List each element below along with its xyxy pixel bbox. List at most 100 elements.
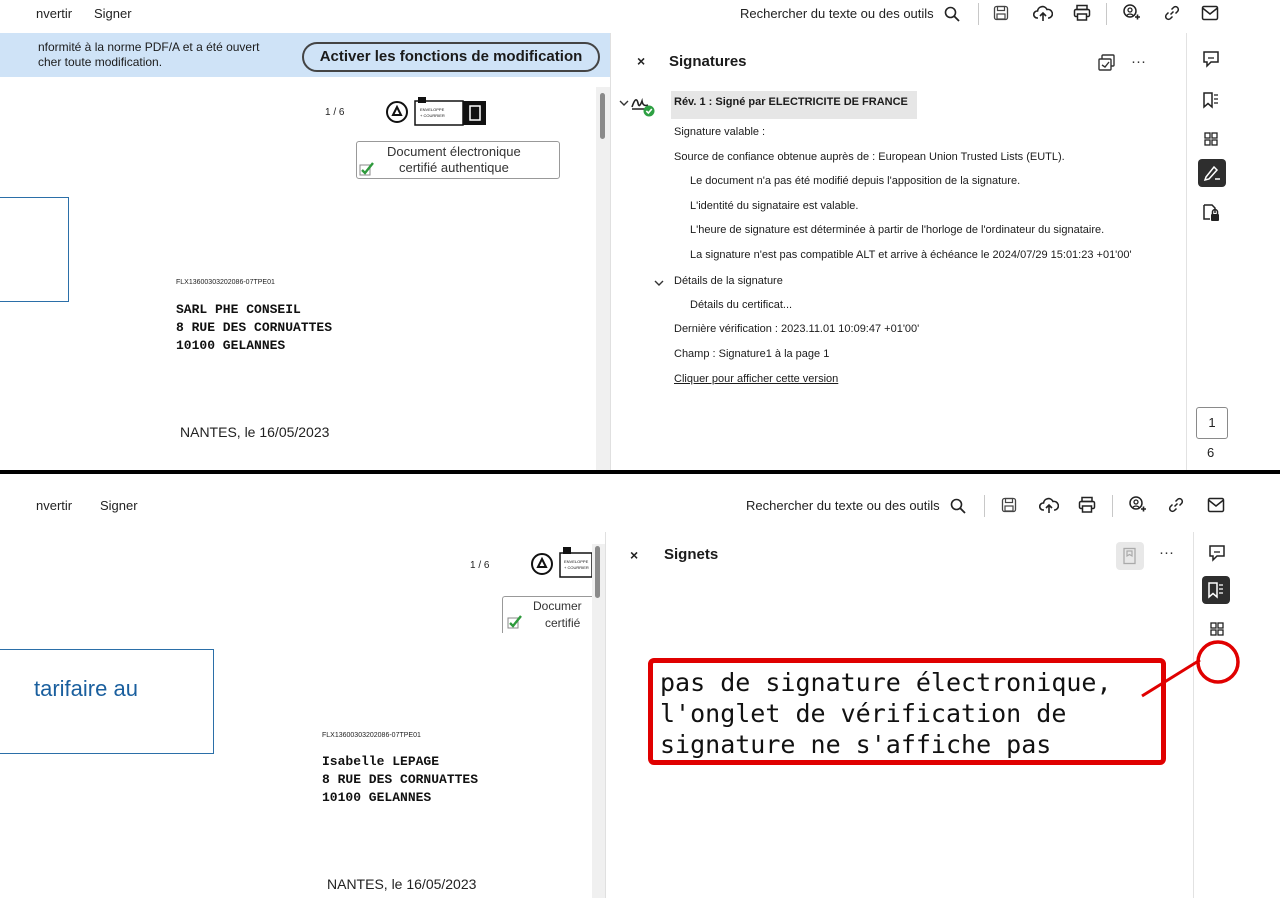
page-indicator: 1 / 6 [325,107,345,118]
revision-label: Rév. 1 : Signé par ELECTRICITE DE FRANCE [674,96,908,108]
mail-icon[interactable] [1207,497,1225,513]
scrollbar-thumb[interactable] [595,546,600,598]
save-icon[interactable] [1001,497,1017,513]
comment-icon[interactable] [1202,50,1220,68]
menu-sign[interactable]: Signer [100,498,138,513]
address-line: 10100 GELANNES [176,338,286,353]
stamp-line1: Documer [533,599,582,613]
close-panel-button[interactable]: × [637,53,645,69]
chevron-down-icon[interactable] [654,279,664,287]
city-date: NANTES, le 16/05/2023 [180,424,330,440]
bottom-toolbar: nvertir Signer Rechercher du texte ou de… [0,474,1280,532]
share-user-icon[interactable] [1122,4,1140,22]
cloud-upload-icon[interactable] [1033,4,1053,22]
signatures-panel-title: Signatures [669,53,747,70]
reference-code: FLX13600303202086-07TPE01 [176,279,275,286]
envelope-courrier-logo-icon: ENVELOPPE+ COURRIER [414,97,486,126]
menu-convert[interactable]: nvertir [36,6,72,21]
checkmark-icon [359,162,374,176]
address-line: 10100 GELANNES [322,790,432,805]
document-scrollbar[interactable] [596,87,610,470]
recipient-address: SARL PHE CONSEIL 8 RUE DES CORNUATTES 10… [176,301,332,355]
address-window-box [0,197,69,302]
signatures-panel: × Signatures ··· Rév. 1 : Signé par ELEC… [610,33,1187,470]
annotation-callout-box: pas de signature électronique, l'onglet … [648,658,1166,765]
document-view[interactable]: nformité à la norme PDF/A et a été ouver… [0,33,610,470]
save-icon[interactable] [993,5,1009,21]
stamp-line2: certifié [545,616,581,630]
svg-text:+ COURRIER: + COURRIER [420,113,445,118]
signature-details-toggle[interactable]: Détails de la signature [674,275,783,287]
alt-expiry-text: La signature n'est pas compatible ALT et… [690,249,1132,261]
certificate-details-link[interactable]: Détails du certificat... [690,299,792,311]
banner-text-line1: nformité à la norme PDF/A et a été ouver… [38,40,260,54]
last-verification-text: Dernière vérification : 2023.11.01 10:09… [674,323,920,335]
menu-sign[interactable]: Signer [94,6,132,21]
signing-time-text: L'heure de signature est déterminée à pa… [690,224,1105,236]
comment-icon[interactable] [1208,544,1226,562]
certified-stamp: Documer certifié [502,596,603,633]
toolbar-separator [984,495,985,517]
address-line: 8 RUE DES CORNUATTES [322,772,479,787]
print-icon[interactable] [1073,4,1091,22]
scrollbar-thumb[interactable] [600,93,605,139]
print-icon[interactable] [1078,496,1096,514]
signature-revision-row[interactable]: Rév. 1 : Signé par ELECTRICITE DE FRANCE [619,91,919,119]
stamp-line2: certifié authentique [399,160,509,175]
protect-lock-icon[interactable] [1201,203,1221,223]
share-user-icon[interactable] [1128,496,1146,514]
enable-editing-button[interactable]: Activer les fonctions de modification [302,42,600,72]
toolbar-separator [1106,3,1107,25]
bookmark-icon[interactable] [1202,91,1220,109]
page-indicator: 1 / 6 [470,560,490,571]
view-version-link[interactable]: Cliquer pour afficher cette version [674,373,838,385]
annotation-line: l'onglet de vérification de [660,699,1067,728]
chevron-down-icon[interactable] [619,99,629,107]
link-icon[interactable] [1168,497,1184,513]
cloud-upload-icon[interactable] [1039,496,1059,514]
right-tool-rail: 1 6 [1186,33,1280,470]
search-tools-text[interactable]: Rechercher du texte ou des outils [740,6,934,21]
reference-code: FLX13600303202086-07TPE01 [322,732,421,739]
banner-text-line2: cher toute modification. [38,55,163,69]
signature-valid-icon [631,97,655,117]
stamp-line1: Document électronique [387,144,521,159]
new-bookmark-icon[interactable] [1122,547,1138,565]
link-icon[interactable] [1164,5,1180,21]
info-box-text: tarifaire au [34,676,138,701]
address-line: SARL PHE CONSEIL [176,302,301,317]
annotation-pointer [1141,640,1240,698]
svg-text:+ COURRIER: + COURRIER [564,565,589,570]
certified-stamp: Document électronique certifié authentiq… [356,141,560,179]
toolbar-separator [978,3,979,25]
top-toolbar: nvertir Signer Rechercher du texte ou de… [0,0,1280,28]
search-icon[interactable] [950,498,966,514]
envelope-courrier-logo-icon: ENVELOPPE+ COURRIER [559,547,593,578]
signature-field-text: Champ : Signature1 à la page 1 [674,348,830,360]
bottom-viewer: nvertir Signer Rechercher du texte ou de… [0,474,1280,898]
panel-more-options[interactable]: ··· [1131,53,1146,70]
page-total: 6 [1207,445,1215,460]
validate-all-icon[interactable] [1097,53,1117,73]
mail-icon[interactable] [1201,5,1219,21]
search-tools-text[interactable]: Rechercher du texte ou des outils [746,498,940,513]
signature-valid-text: Signature valable : [674,126,766,138]
search-icon[interactable] [944,6,960,22]
menu-convert[interactable]: nvertir [36,498,72,513]
close-panel-button[interactable]: × [630,547,638,563]
document-view[interactable]: 1 / 6 ENVELOPPE + COURRIER Documer certif… [0,532,605,898]
thumbnails-icon[interactable] [1204,132,1218,146]
bookmark-icon[interactable] [1207,581,1225,599]
checkmark-icon [507,615,522,629]
trust-source-text: Source de confiance obtenue auprès de : … [674,151,1065,163]
svg-text:ENVELOPPE: ENVELOPPE [420,107,445,112]
recipient-address: Isabelle LEPAGE 8 RUE DES CORNUATTES 101… [322,753,478,807]
panel-more-options[interactable]: ··· [1159,544,1174,561]
annotation-text: pas de signature électronique, l'onglet … [660,667,1112,760]
city-date: NANTES, le 16/05/2023 [327,876,477,892]
signature-pen-icon[interactable] [1202,163,1222,183]
page-number-box[interactable]: 1 [1196,407,1228,439]
info-box: tarifaire au [0,649,214,754]
top-viewer: nvertir Signer Rechercher du texte ou de… [0,0,1280,470]
address-line: Isabelle LEPAGE [322,754,440,769]
